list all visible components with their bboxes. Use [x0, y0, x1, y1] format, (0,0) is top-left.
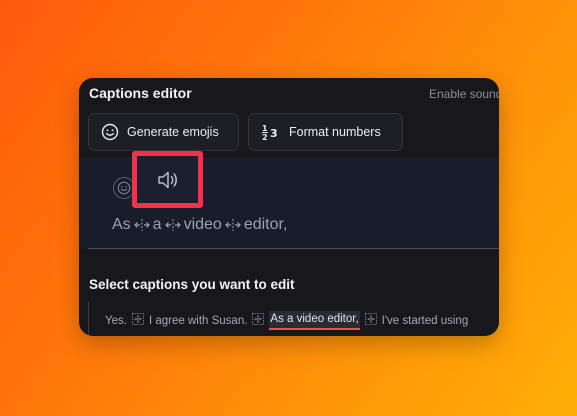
caption-editor-area[interactable]: As a video editor, [79, 151, 499, 249]
sound-button-highlight[interactable] [132, 151, 203, 208]
format-numbers-label: Format numbers [289, 125, 381, 139]
enable-sound-toggle-label[interactable]: Enable sound [429, 87, 499, 101]
split-marker-icon [132, 313, 144, 328]
panel-title: Captions editor [89, 85, 192, 101]
caption-word[interactable]: As [112, 216, 131, 234]
caption-segment-selected[interactable]: As a video editor, [269, 311, 360, 330]
speaker-sound-icon [157, 171, 177, 188]
smiley-icon [101, 123, 119, 141]
captions-row: Yes. I agree with Susan. As a video edit… [105, 311, 468, 330]
caption-word[interactable]: a [153, 216, 162, 234]
caption-word[interactable]: video [184, 216, 222, 234]
smiley-icon [117, 181, 131, 195]
captions-editor-panel: Captions editor Enable sound Generate em… [79, 78, 499, 336]
word-split-icon[interactable] [224, 218, 241, 232]
generate-emojis-button[interactable]: Generate emojis [88, 113, 239, 151]
caption-segment[interactable]: I've started using [382, 315, 469, 327]
caption-word[interactable]: editor, [244, 216, 288, 234]
caption-segment[interactable]: I agree with Susan. [149, 315, 247, 327]
format-numbers-button[interactable]: 1 2 3 Format numbers [248, 113, 403, 151]
fraction-numbers-icon: 1 2 3 [262, 124, 278, 141]
svg-text:1: 1 [262, 124, 268, 133]
caption-text-line[interactable]: As a video editor, [112, 216, 287, 234]
split-marker-icon [364, 313, 377, 328]
captions-list: Yes. I agree with Susan. As a video edit… [88, 302, 499, 336]
select-captions-heading: Select captions you want to edit [89, 277, 295, 292]
svg-text:3: 3 [270, 127, 278, 140]
divider [88, 248, 499, 249]
split-marker-icon [252, 313, 265, 328]
generate-emojis-label: Generate emojis [127, 125, 219, 139]
caption-segment[interactable]: Yes. [105, 315, 127, 327]
word-split-icon[interactable] [164, 218, 181, 232]
svg-text:2: 2 [262, 133, 268, 141]
word-split-icon[interactable] [133, 218, 150, 232]
